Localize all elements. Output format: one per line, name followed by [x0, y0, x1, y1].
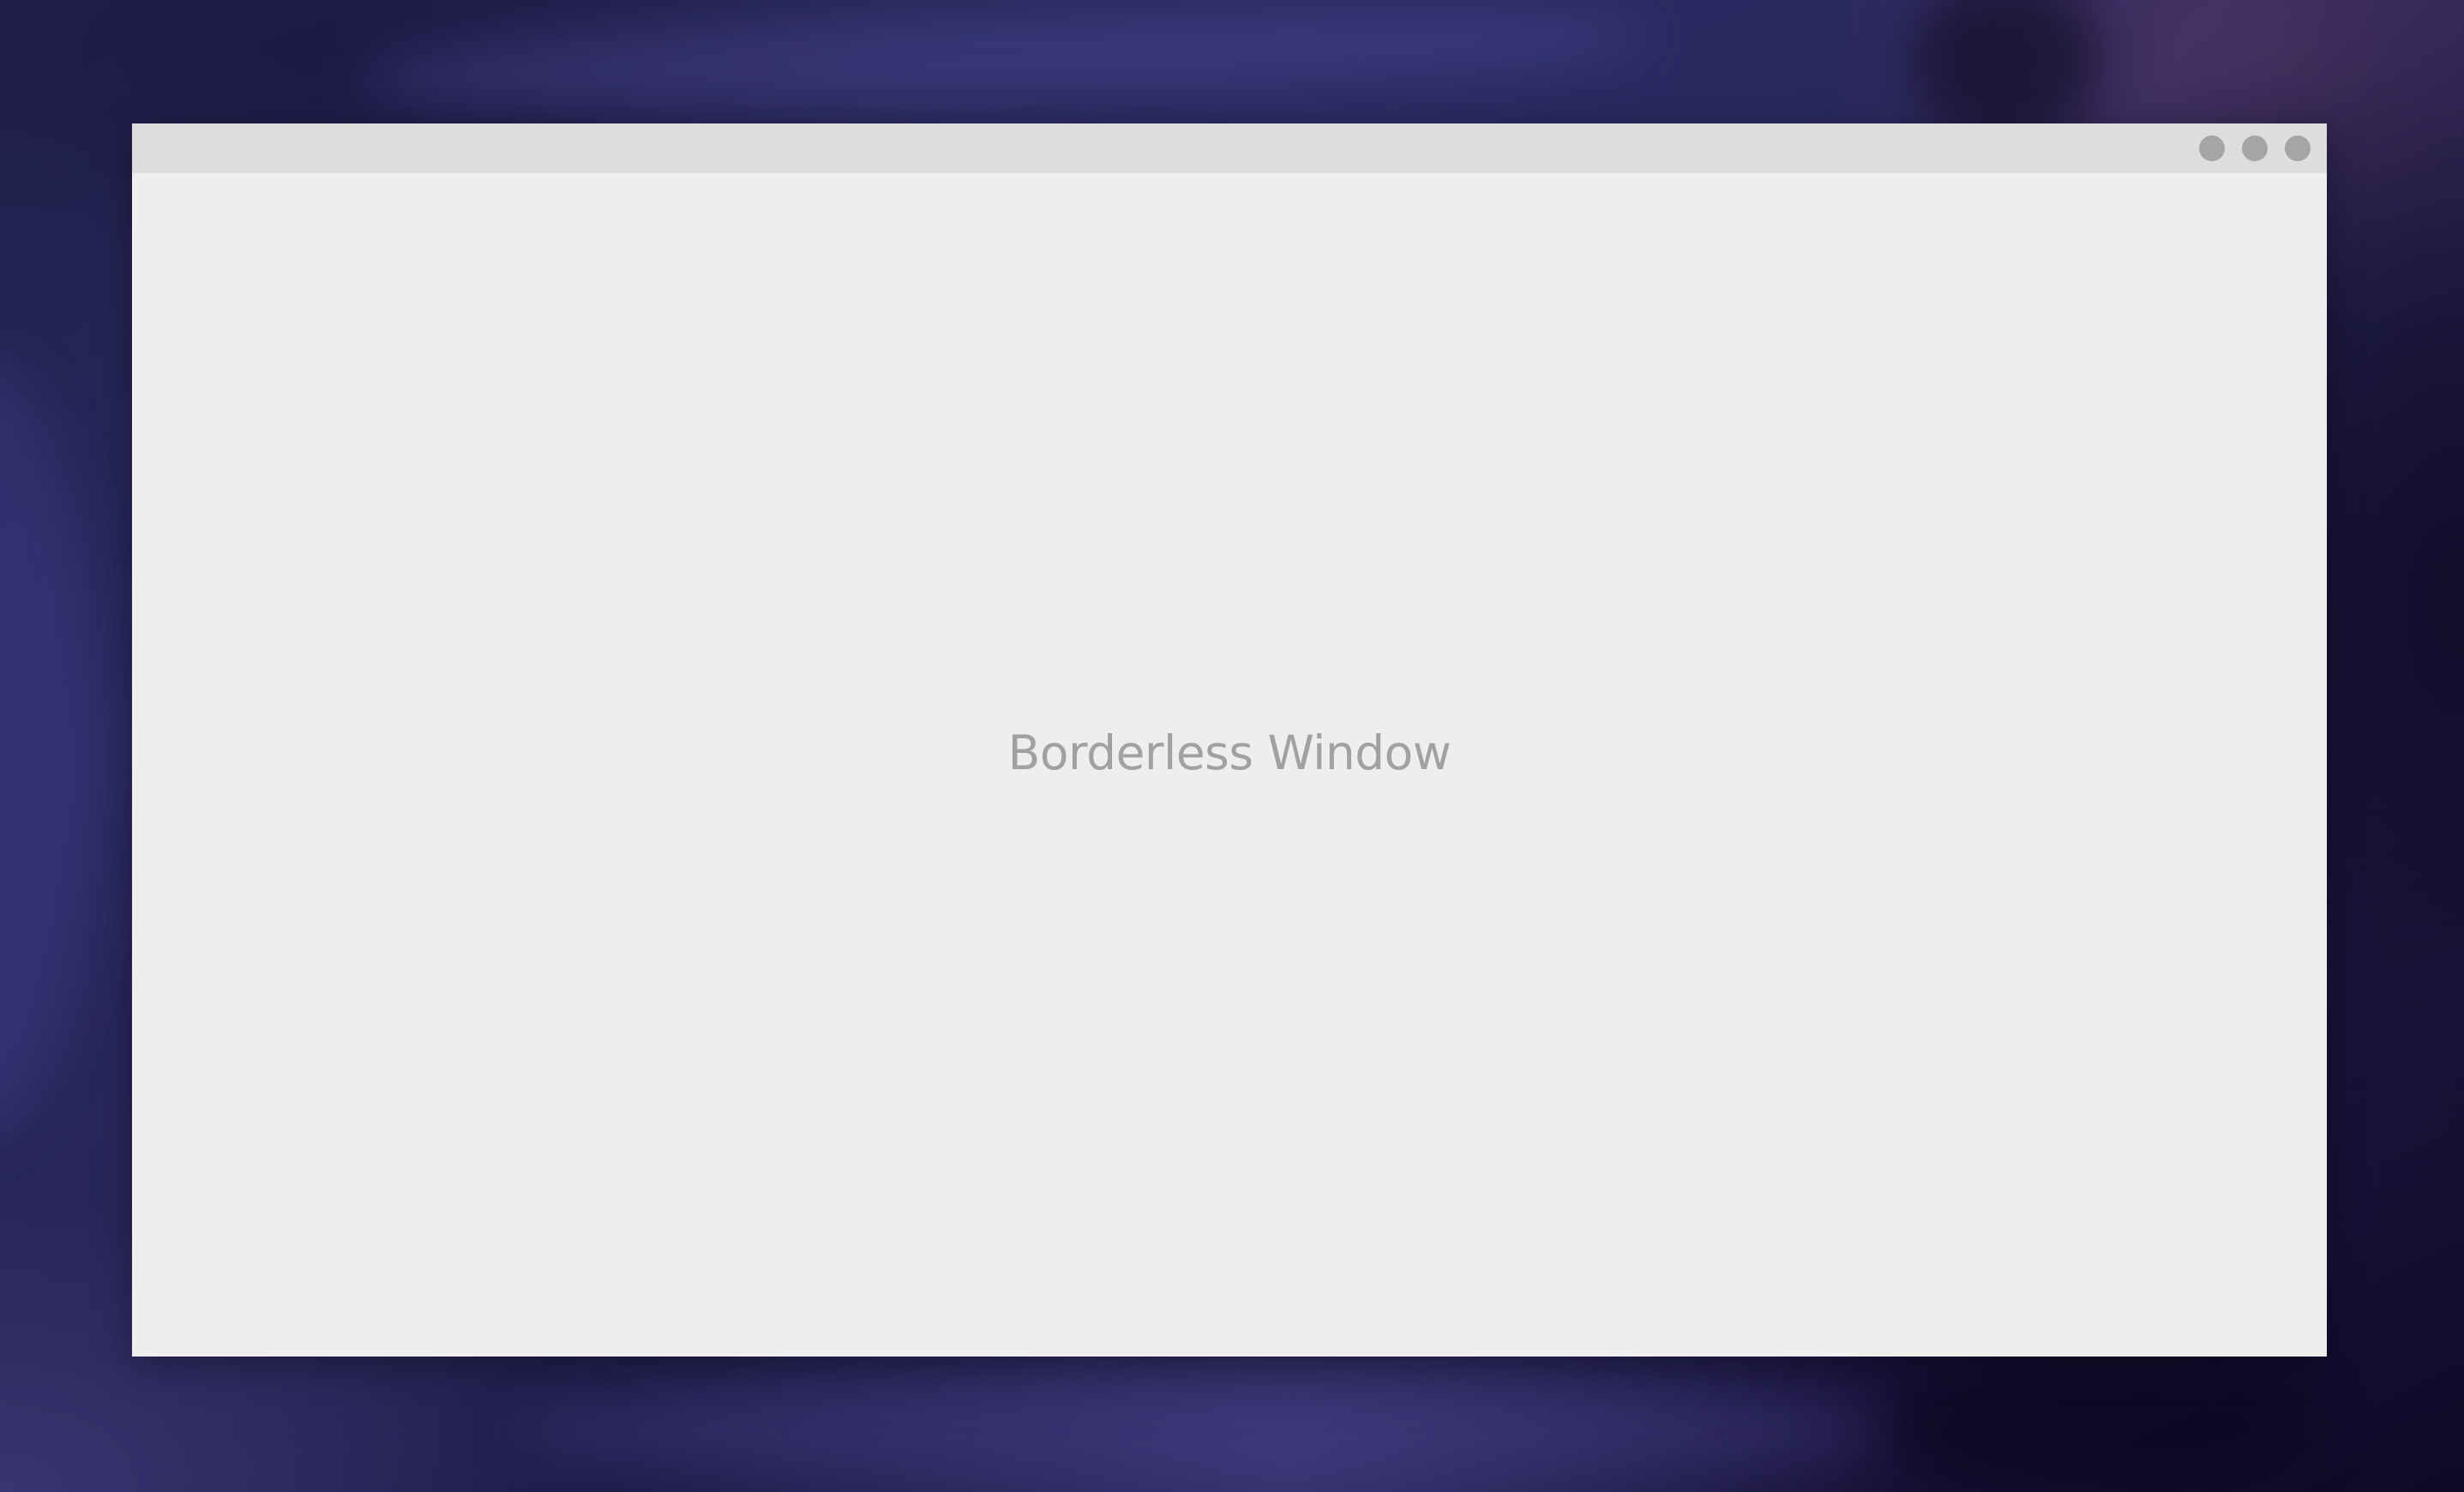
wallpaper-streak	[358, 0, 1648, 126]
window-content-label: Borderless Window	[1007, 725, 1451, 780]
maximize-button[interactable]	[2242, 135, 2268, 161]
desktop-wallpaper: Borderless Window	[0, 0, 2464, 1492]
window-content: Borderless Window	[132, 173, 2327, 1357]
wallpaper-streak	[1886, 1355, 2315, 1492]
wallpaper-streak	[514, 1381, 1886, 1483]
minimize-button[interactable]	[2199, 135, 2225, 161]
title-bar[interactable]	[132, 123, 2327, 173]
window-controls	[2199, 135, 2311, 161]
close-button[interactable]	[2285, 135, 2311, 161]
borderless-window: Borderless Window	[132, 123, 2327, 1357]
wallpaper-streak	[0, 360, 94, 1132]
